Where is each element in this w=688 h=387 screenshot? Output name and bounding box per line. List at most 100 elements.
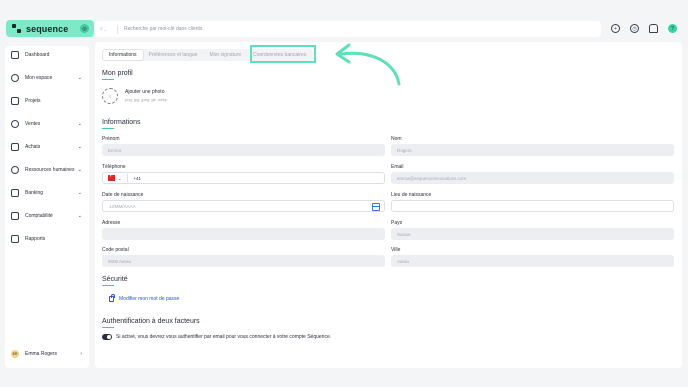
sidebar-item-label: Achats: [25, 144, 41, 150]
add-photo-label[interactable]: Ajouter une photo: [125, 89, 164, 95]
sidebar-item-label: Ventes: [25, 121, 41, 127]
date-naissance-field[interactable]: JJ/MM/AAAA: [102, 200, 385, 212]
sidebar-item-label: Banking: [25, 190, 44, 196]
sidebar-nav: Dashboard Mon espace ⌄ Projets Ventes ⌄ …: [5, 46, 89, 368]
ledger-icon: [11, 212, 19, 220]
tab-informations[interactable]: Informations: [103, 50, 143, 60]
wallet-icon: [11, 189, 19, 197]
section-underline: [102, 327, 114, 328]
section-title-profile: Mon profil: [102, 70, 133, 77]
change-password-label: Modifier mon mot de passe: [119, 296, 180, 302]
2fa-toggle[interactable]: [102, 334, 112, 340]
sequence-logo-icon: [12, 24, 21, 33]
calendar-icon[interactable]: [372, 203, 380, 211]
upload-icon: ⇪: [108, 93, 112, 99]
brand-logo[interactable]: sequence ◎: [6, 20, 94, 37]
adresse-label: Adresse: [102, 220, 121, 226]
chevron-down-icon: ⌄: [77, 75, 82, 81]
photo-format-hint: png, jpg, jpeg, gif, webp: [125, 97, 168, 102]
adresse-field: [102, 228, 385, 240]
chevron-down-icon: ⌄: [77, 144, 82, 150]
sidebar-item-label: Dashboard: [25, 52, 50, 58]
sidebar-item-ventes[interactable]: Ventes ⌄: [5, 117, 89, 131]
2fa-description: Si activé, vous devrez vous authentifier…: [116, 334, 332, 340]
search-scope-dropdown[interactable]: ⌕ ⌄: [95, 26, 117, 32]
photo-upload-button[interactable]: ⇪: [102, 88, 118, 104]
change-password-link[interactable]: Modifier mon mot de passe: [109, 294, 180, 302]
sidebar-item-ressources-humaines[interactable]: Ressources humaines ⌄: [5, 163, 89, 177]
sidebar-item-label: Mon espace: [25, 75, 53, 81]
date-naissance-label: Date de naissance: [102, 192, 144, 198]
chevron-down-icon: ⌄: [77, 190, 82, 196]
people-icon: [11, 166, 19, 174]
brand-name: sequence: [26, 23, 69, 34]
user-icon: [11, 74, 19, 82]
chevron-down-icon: ⌄: [77, 213, 82, 219]
sidebar-item-comptabilite[interactable]: Comptabilité ⌄: [5, 209, 89, 223]
sidebar-item-rapports[interactable]: Rapports: [5, 232, 89, 246]
chevron-right-icon: ›: [80, 351, 82, 357]
tab-preferences[interactable]: Préférences et langue: [143, 50, 204, 60]
home-icon: [11, 51, 19, 59]
sidebar-item-achats[interactable]: Achats ⌄: [5, 140, 89, 154]
section-underline: [102, 128, 114, 129]
check-square-icon: [11, 97, 19, 105]
chevron-down-icon: ⌄: [77, 121, 82, 127]
date-naissance-placeholder: JJ/MM/AAAA: [109, 203, 136, 209]
sidebar-item-label: Ressources humaines: [25, 167, 75, 173]
code-postal-field: 5000 Aarau: [102, 255, 385, 267]
sidebar: sequence ◎ Dashboard Mon espace ⌄ Projet…: [5, 17, 94, 368]
profile-panel: Informations Préférences et langue Mon s…: [95, 42, 682, 368]
sidebar-item-banking[interactable]: Banking ⌄: [5, 186, 89, 200]
brand-badge-icon[interactable]: ◎: [80, 24, 89, 33]
prenom-label: Prénom: [102, 136, 120, 142]
code-postal-label: Code postal: [102, 247, 129, 253]
section-title-securite: Sécurité: [102, 276, 128, 283]
bell-icon[interactable]: [649, 24, 658, 33]
nom-label: Nom: [391, 136, 402, 142]
nom-field: Rogers: [391, 144, 674, 156]
pays-field: Suisse: [391, 228, 674, 240]
pays-label: Pays: [391, 220, 403, 226]
sidebar-item-label: Comptabilité: [25, 213, 53, 219]
avatar: ER: [11, 350, 19, 358]
search-input[interactable]: Recherche par mot-clé dans clients: [124, 26, 202, 32]
lieu-naissance-label: Lieu de naissance: [391, 192, 432, 198]
shopping-bag-icon: [11, 143, 19, 151]
sidebar-item-projets[interactable]: Projets: [5, 94, 89, 108]
section-underline: [102, 285, 114, 286]
ville-label: Ville: [391, 247, 401, 253]
sidebar-item-dashboard[interactable]: Dashboard: [5, 48, 89, 62]
lock-icon: [109, 294, 115, 302]
sidebar-item-label: Rapports: [25, 236, 46, 242]
pointer-arrow-icon: [335, 43, 401, 86]
top-actions: + ◷ ?: [611, 24, 677, 33]
telephone-label: Téléphone: [102, 164, 126, 170]
section-underline: [102, 79, 114, 80]
section-title-2fa: Authentification à deux facteurs: [102, 318, 200, 325]
search-divider: [117, 24, 118, 34]
section-title-informations: Informations: [102, 119, 141, 126]
lieu-naissance-field[interactable]: [391, 200, 674, 212]
sidebar-item-mon-espace[interactable]: Mon espace ⌄: [5, 71, 89, 85]
swiss-flag-icon[interactable]: [108, 173, 115, 181]
telephone-value[interactable]: +41: [133, 176, 141, 181]
chevron-down-icon: ⌄: [77, 167, 82, 173]
add-icon[interactable]: +: [611, 24, 620, 33]
user-name: Emma Rogers: [25, 351, 57, 357]
email-field: emma@sequenceinnovations.com: [391, 172, 674, 184]
ville-field: Aarau: [391, 255, 674, 267]
clock-icon[interactable]: ◷: [630, 24, 639, 33]
search-bar[interactable]: ⌕ ⌄ Recherche par mot-clé dans clients: [95, 21, 601, 37]
prenom-field: Emma: [102, 144, 385, 156]
sidebar-item-label: Projets: [25, 98, 41, 104]
user-menu[interactable]: ER Emma Rogers ›: [5, 347, 89, 361]
help-icon[interactable]: ?: [668, 24, 677, 33]
email-label: Email: [391, 164, 404, 170]
phone-divider: [127, 174, 129, 182]
tab-signature[interactable]: Mon signature: [203, 50, 247, 60]
chart-icon: [11, 235, 19, 243]
chevron-down-icon[interactable]: ⌄: [118, 176, 121, 181]
tab-highlight-box: [250, 45, 316, 63]
telephone-field[interactable]: ⌄ +41: [102, 172, 385, 184]
